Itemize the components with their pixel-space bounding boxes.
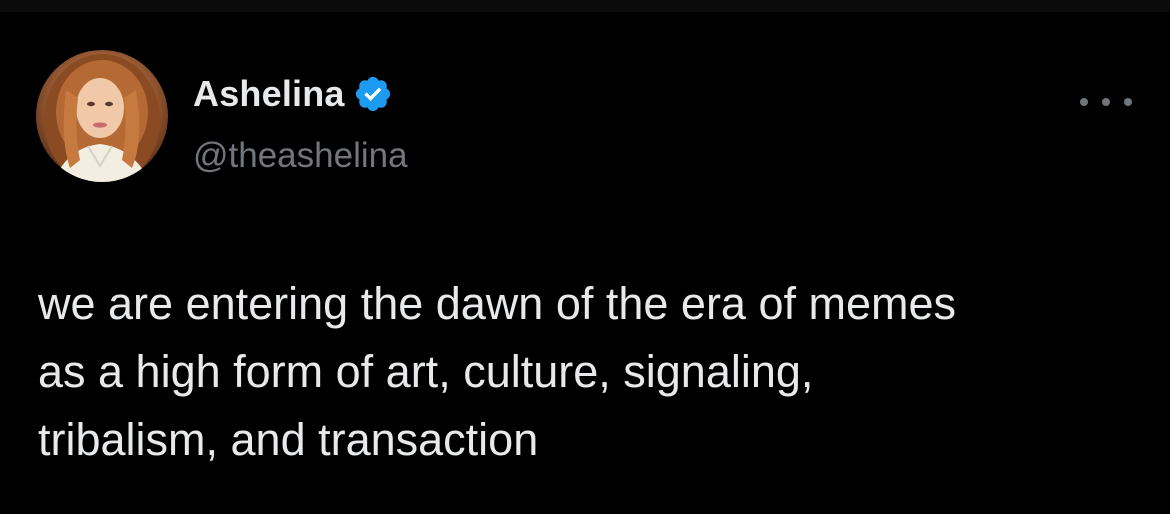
more-horizontal-icon [1080,98,1088,106]
more-horizontal-icon [1102,98,1110,106]
top-edge-strip [0,0,1170,12]
profile-photo-icon [44,54,160,182]
more-horizontal-icon [1124,98,1132,106]
author-handle[interactable]: @theashelina [193,135,408,177]
verified-badge-icon[interactable] [353,74,393,114]
display-name[interactable]: Ashelina [193,72,345,116]
avatar[interactable] [36,50,168,182]
tweet-card: Ashelina @theashelina we are entering th… [0,12,1170,514]
more-options-button[interactable] [1080,86,1132,118]
tweet-text: we are entering the dawn of the era of m… [38,278,957,465]
author-name-row[interactable]: Ashelina [193,72,393,116]
